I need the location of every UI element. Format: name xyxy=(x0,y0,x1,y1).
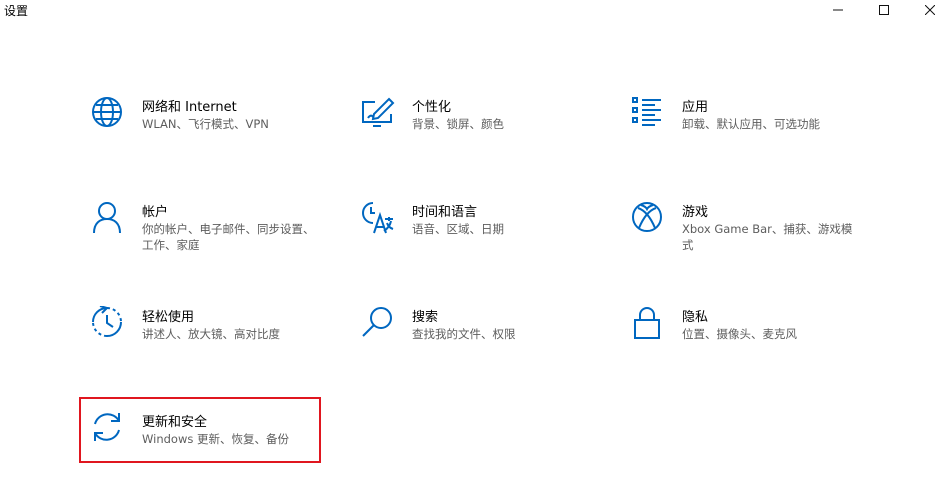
tile-time-language[interactable]: 时间和语言 语音、区域、日期 xyxy=(361,201,611,265)
person-icon xyxy=(93,202,121,234)
tile-title: 帐户 xyxy=(142,205,169,220)
tile-accounts[interactable]: 帐户 你的帐户、电子邮件、同步设置、工作、家庭 xyxy=(91,201,341,265)
tile-title: 个性化 xyxy=(412,100,452,115)
tile-title: 时间和语言 xyxy=(412,205,478,220)
tile-title: 隐私 xyxy=(682,310,709,325)
time-language-icon xyxy=(362,202,394,234)
tile-title: 轻松使用 xyxy=(142,310,195,325)
tile-description: 查找我的文件、权限 xyxy=(412,327,516,341)
tile-title: 搜索 xyxy=(412,310,439,325)
tile-gaming[interactable]: 游戏 Xbox Game Bar、捕获、游戏模式 xyxy=(631,201,881,265)
pen-tablet-icon xyxy=(362,97,395,127)
tile-ease-of-access[interactable]: 轻松使用 讲述人、放大镜、高对比度 xyxy=(91,306,341,370)
highlight-box xyxy=(79,397,321,463)
tile-search[interactable]: 搜索 查找我的文件、权限 xyxy=(361,306,611,370)
tile-description: 卸载、默认应用、可选功能 xyxy=(682,117,820,131)
tile-description: Xbox Game Bar、捕获、游戏模式 xyxy=(682,222,853,252)
tile-description: 背景、锁屏、颜色 xyxy=(412,117,504,131)
tile-description: 位置、摄像头、麦克风 xyxy=(682,327,797,341)
tile-privacy[interactable]: 隐私 位置、摄像头、麦克风 xyxy=(631,306,881,370)
tile-title: 游戏 xyxy=(682,205,709,220)
tile-description: 讲述人、放大镜、高对比度 xyxy=(142,327,280,341)
lock-icon xyxy=(634,307,660,339)
tile-personalization[interactable]: 个性化 背景、锁屏、颜色 xyxy=(361,96,611,160)
xbox-icon xyxy=(632,202,662,232)
tile-description: WLAN、飞行模式、VPN xyxy=(142,117,269,131)
settings-grid: 网络和 Internet WLAN、飞行模式、VPN 个性化 背景、锁屏、颜色 xyxy=(0,0,946,489)
tile-network[interactable]: 网络和 Internet WLAN、飞行模式、VPN xyxy=(91,96,341,160)
tile-description: 语音、区域、日期 xyxy=(412,222,504,236)
tile-apps[interactable]: 应用 卸载、默认应用、可选功能 xyxy=(631,96,881,160)
tile-title: 网络和 Internet xyxy=(142,100,237,115)
search-icon xyxy=(362,307,392,337)
ease-of-access-icon xyxy=(92,306,122,337)
globe-icon xyxy=(92,97,122,127)
app-list-icon xyxy=(632,97,661,126)
tile-title: 应用 xyxy=(682,100,709,115)
tile-description: 你的帐户、电子邮件、同步设置、工作、家庭 xyxy=(142,222,315,252)
